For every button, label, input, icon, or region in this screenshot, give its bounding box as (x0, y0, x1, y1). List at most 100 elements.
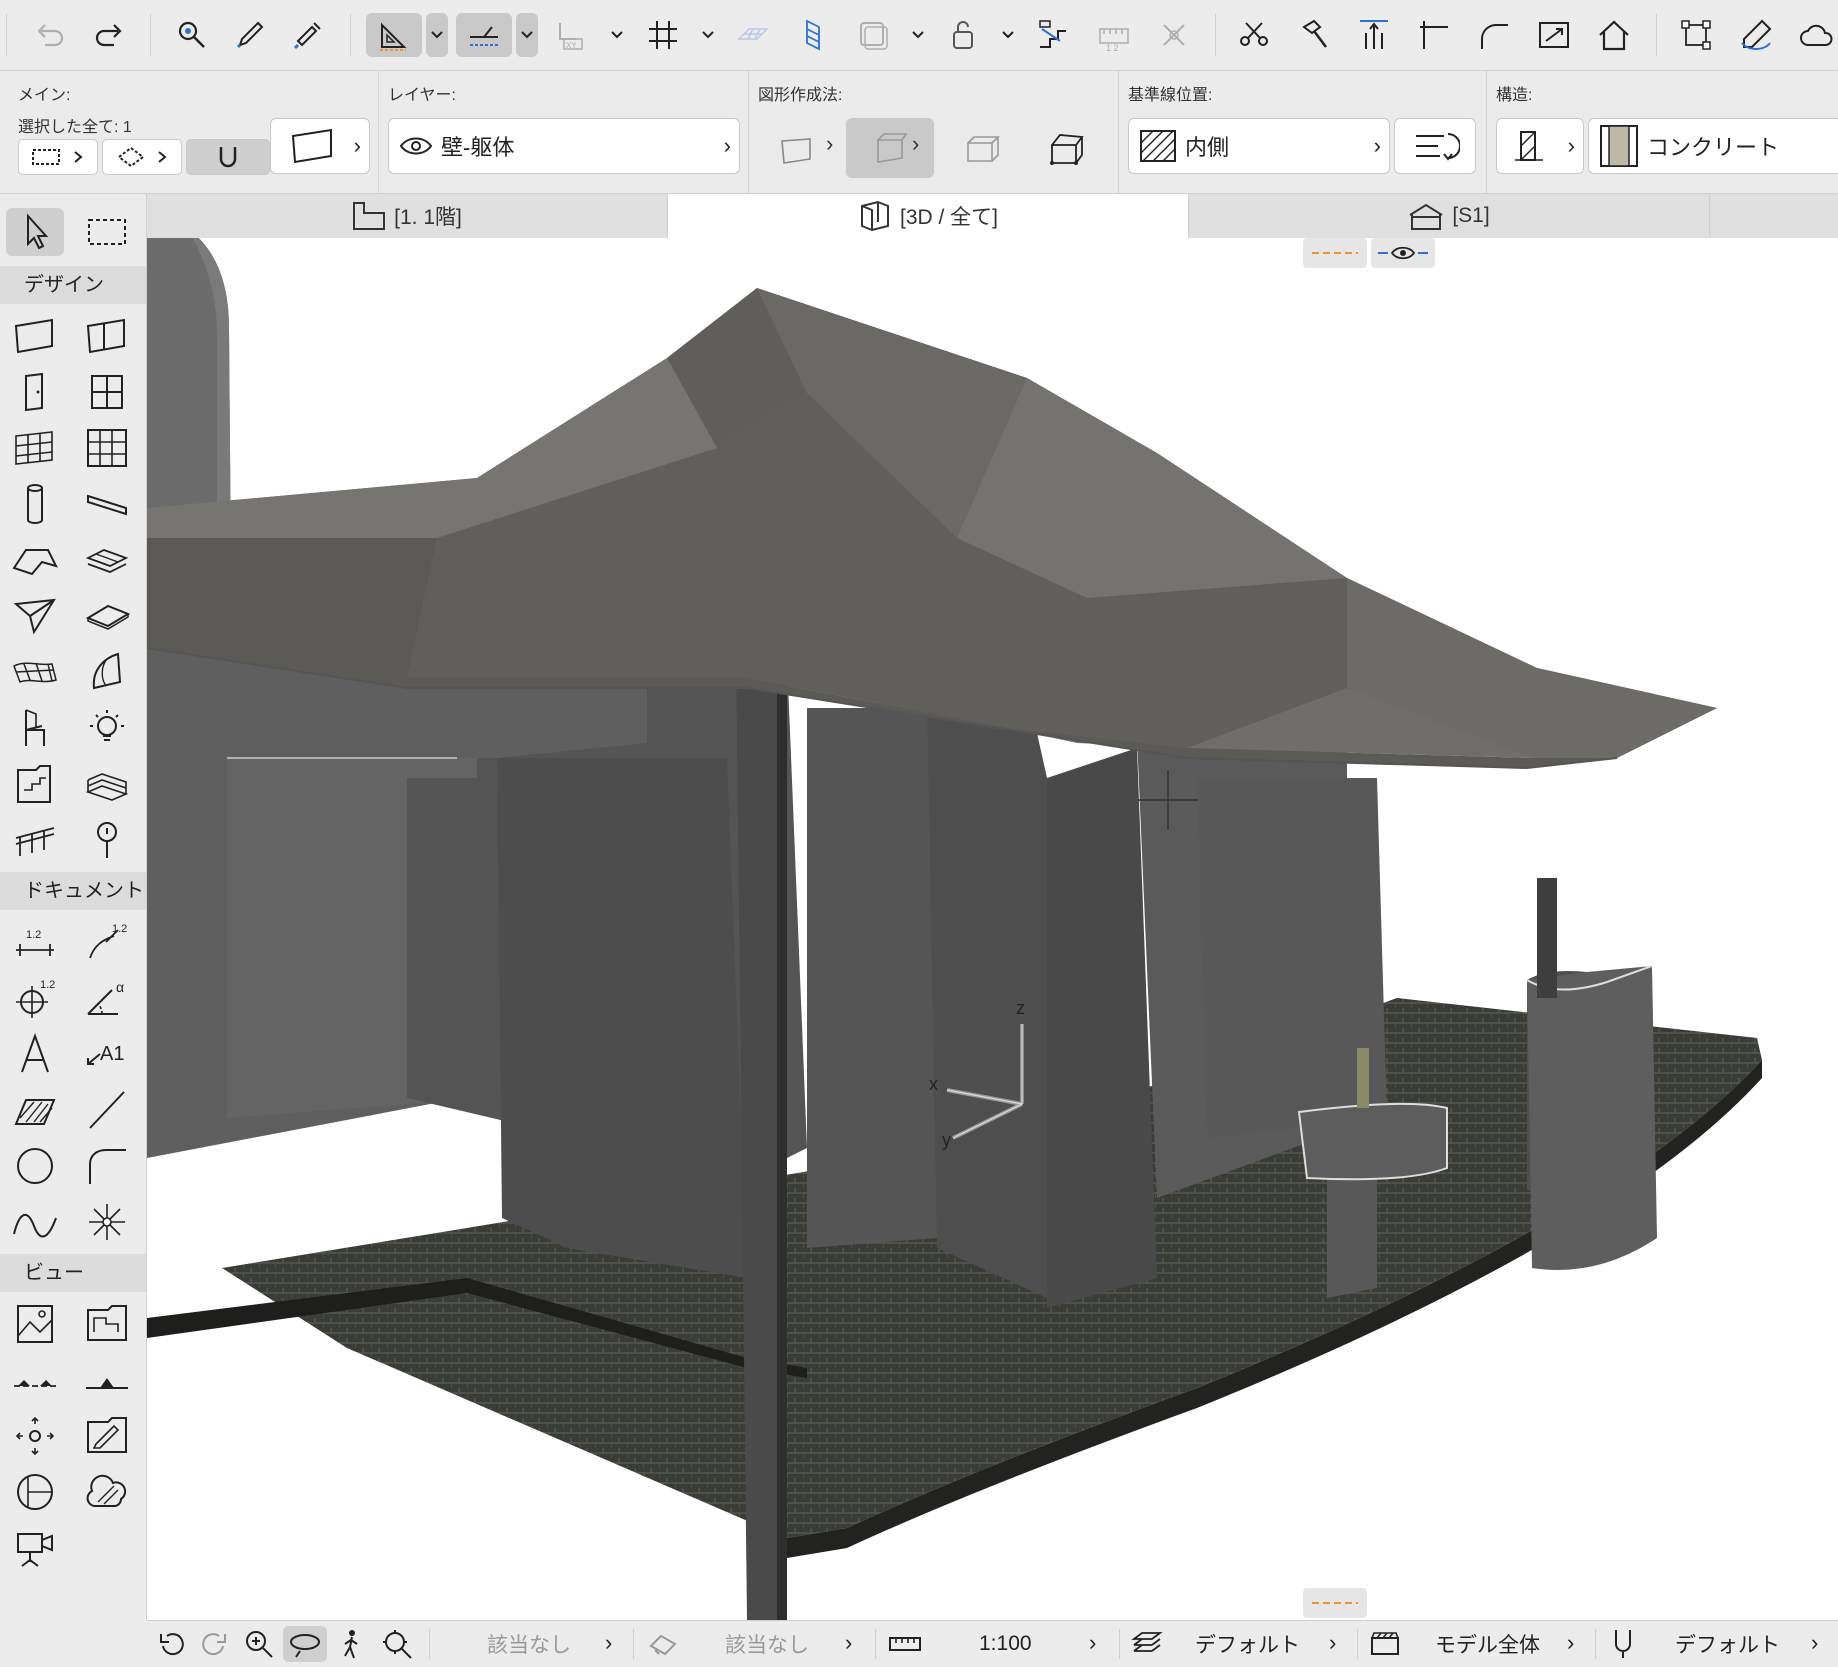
structure-type-selector[interactable]: › (1496, 118, 1584, 174)
change-tool[interactable] (6, 1412, 64, 1460)
document-section-header[interactable]: ドキュメント (0, 872, 146, 910)
elevation-tool[interactable] (78, 1356, 136, 1404)
model-view-value[interactable]: モデル全体 (1435, 1621, 1540, 1667)
roof-button[interactable] (1592, 13, 1636, 57)
tab-floor-plan[interactable]: [1. 1階] (147, 194, 668, 238)
undo-view-button[interactable] (151, 1626, 191, 1662)
beam-tool[interactable] (78, 480, 136, 528)
view-section-header[interactable]: ビュー (0, 1254, 146, 1292)
column-tool[interactable] (6, 480, 64, 528)
camera-tool[interactable] (6, 1524, 64, 1572)
hotspot-tool[interactable] (78, 1198, 136, 1246)
label-tool[interactable]: A1 (78, 1030, 136, 1078)
construction-grid-button[interactable] (731, 13, 775, 57)
fillet-button[interactable] (1472, 13, 1516, 57)
worksheet-tool[interactable] (78, 1300, 136, 1348)
door-tool[interactable] (6, 368, 64, 416)
chevron-right-icon[interactable]: › (1329, 1630, 1336, 1656)
railing-tool[interactable] (6, 816, 64, 864)
user-origin-button[interactable]: XY (550, 13, 594, 57)
section-plane-toggle[interactable] (1303, 238, 1367, 268)
text-tool[interactable] (6, 1030, 64, 1078)
interior-elevation-tool[interactable] (6, 1468, 64, 1516)
grid-snap-dropdown[interactable] (697, 13, 719, 57)
pen-set-button[interactable] (1603, 1626, 1643, 1662)
arrow-tool[interactable] (6, 208, 64, 256)
trim-button[interactable] (1352, 13, 1396, 57)
pen-set-value[interactable]: デフォルト (1675, 1621, 1780, 1667)
building-material-selector[interactable]: コンクリート › (1588, 118, 1838, 174)
layer-selector[interactable]: 壁-躯体 › (388, 118, 740, 174)
magic-wand-button[interactable] (186, 139, 270, 175)
geometry-straight-button[interactable] (766, 127, 826, 171)
object-tool[interactable] (6, 704, 64, 752)
3d-viewport[interactable]: z x y (147, 238, 1838, 1620)
parallel-button[interactable] (851, 13, 895, 57)
layer-combination-value[interactable]: デフォルト (1195, 1621, 1300, 1667)
grid-tool[interactable] (78, 424, 136, 472)
redo-view-button[interactable] (195, 1626, 235, 1662)
roof-tool[interactable] (6, 536, 64, 584)
teamwork-button[interactable] (1794, 13, 1838, 57)
tab-section[interactable]: [S1] (1189, 194, 1710, 238)
geometry-slanted-button[interactable] (952, 127, 1012, 171)
label-pin-tool[interactable] (78, 816, 136, 864)
polyline-tool[interactable] (78, 1142, 136, 1190)
partial-select-button[interactable] (102, 139, 182, 175)
curtain-tool[interactable] (6, 424, 64, 472)
chevron-right-icon[interactable]: › (1567, 1630, 1574, 1656)
chevron-right-icon[interactable]: › (605, 1630, 612, 1656)
stair-flight-tool[interactable] (78, 760, 136, 808)
dimension-tool[interactable]: 1.2 (6, 918, 64, 966)
chevron-right-icon[interactable]: › (845, 1630, 852, 1656)
shell-tool[interactable] (78, 536, 136, 584)
user-origin-dropdown[interactable] (606, 13, 628, 57)
angle-dimension-tool[interactable]: α (78, 974, 136, 1022)
orbit-button[interactable] (283, 1626, 327, 1662)
markup-button[interactable] (1734, 13, 1778, 57)
zoom-in-button[interactable] (239, 1626, 279, 1662)
line-tool[interactable] (78, 1086, 136, 1134)
arc-tool[interactable] (6, 1142, 64, 1190)
design-section-header[interactable]: デザイン (0, 266, 146, 304)
chevron-right-icon[interactable]: › (1089, 1630, 1096, 1656)
zone-tool[interactable] (78, 648, 136, 696)
adjust-button[interactable] (1292, 13, 1336, 57)
explore-button[interactable] (331, 1626, 371, 1662)
tab-3d[interactable]: [3D / 全て] (668, 194, 1189, 238)
marquee-select-button[interactable] (18, 139, 98, 175)
detail-tool[interactable] (78, 1412, 136, 1460)
snap-guides-button[interactable] (456, 13, 512, 57)
radial-dimension-tool[interactable]: 1.2 (78, 918, 136, 966)
intersect-button[interactable] (1412, 13, 1456, 57)
parallel-dropdown[interactable] (907, 13, 929, 57)
morph-tool[interactable] (6, 592, 64, 640)
view-tools-button[interactable] (643, 1626, 683, 1662)
dimension-button[interactable]: 1 2 (1092, 13, 1136, 57)
edit-plane-button[interactable] (791, 13, 835, 57)
level-dimension-tool[interactable]: 1.2 (6, 974, 64, 1022)
geometry-polygon-button[interactable] (1036, 127, 1096, 171)
chevron-right-icon[interactable]: › (1811, 1630, 1818, 1656)
section-tool[interactable] (6, 1356, 64, 1404)
curtain-wall-tool[interactable] (78, 312, 136, 360)
fit-in-window-button[interactable] (377, 1626, 417, 1662)
wall-tool[interactable] (6, 312, 64, 360)
scale-button[interactable] (885, 1626, 925, 1662)
marquee-tool[interactable] (78, 208, 136, 256)
lock-dropdown[interactable] (997, 13, 1019, 57)
lamp-tool[interactable] (78, 704, 136, 752)
resize-button[interactable] (1532, 13, 1576, 57)
fill-tool[interactable] (6, 1086, 64, 1134)
mesh-tool[interactable] (6, 648, 64, 696)
find-select-button[interactable] (170, 13, 214, 57)
layer-combination-button[interactable] (1127, 1626, 1167, 1662)
geometry-trapezoid-button[interactable] (846, 118, 934, 178)
elevation-button[interactable] (1032, 13, 1076, 57)
flip-refline-button[interactable] (1394, 118, 1476, 174)
undo-button[interactable] (27, 13, 71, 57)
snap-guides-dropdown[interactable] (516, 13, 538, 57)
visibility-toggle[interactable] (1371, 238, 1435, 268)
scale-value[interactable]: 1:100 (979, 1621, 1032, 1667)
model-view-button[interactable] (1365, 1626, 1405, 1662)
